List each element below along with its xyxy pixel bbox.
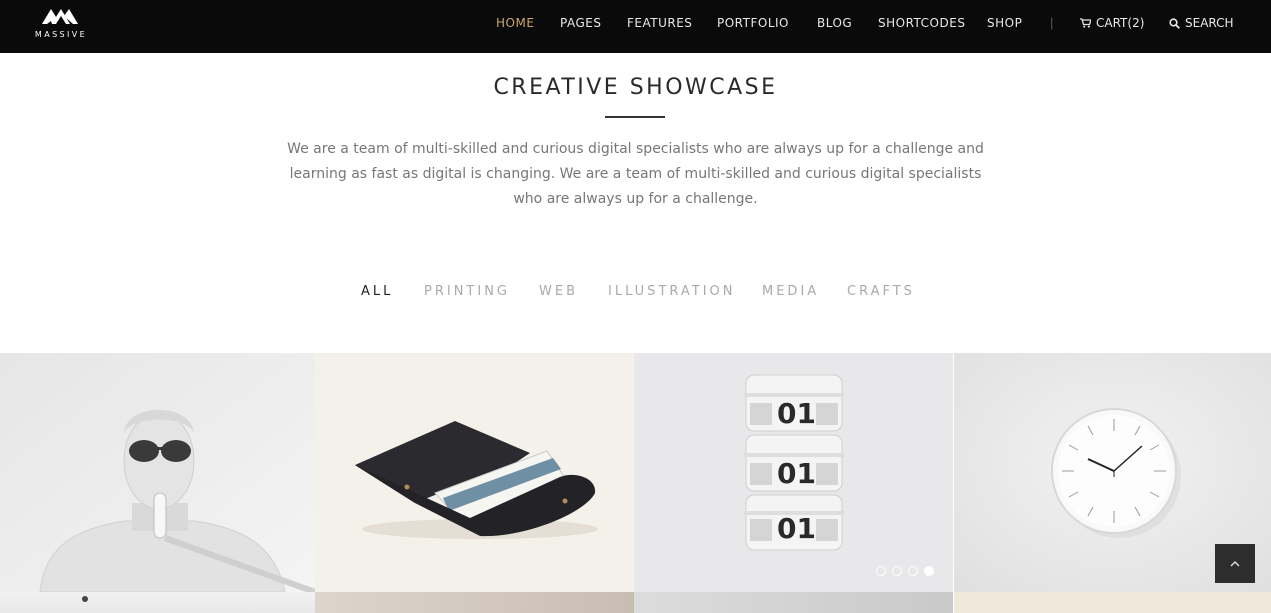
nav-home[interactable]: HOME [496, 16, 534, 30]
portfolio-item-portrait[interactable] [0, 353, 315, 592]
stack-label-2: 01 [777, 457, 816, 490]
cart-button[interactable]: CART(2) [1080, 16, 1144, 30]
portfolio-filters: ALL PRINTING WEB ILLUSTRATION MEDIA CRAF… [0, 284, 1271, 304]
portfolio-item-row2-3[interactable] [634, 592, 953, 613]
portfolio-item-row2-1[interactable] [0, 592, 315, 613]
search-button[interactable]: SEARCH [1169, 16, 1234, 30]
nav-portfolio[interactable]: PORTFOLIO [717, 16, 789, 30]
portfolio-item-pouch[interactable] [315, 353, 634, 592]
slider-dot[interactable] [892, 566, 902, 576]
nav-features[interactable]: FEATURES [627, 16, 692, 30]
section-title: CREATIVE SHOWCASE [493, 75, 778, 100]
top-navigation-bar: MASSIVE HOME PAGES FEATURES PORTFOLIO BL… [0, 0, 1271, 53]
section-intro: We are a team of multi-skilled and curio… [287, 141, 984, 207]
slider-dot[interactable] [876, 566, 886, 576]
filter-all[interactable]: ALL [361, 284, 393, 299]
cart-icon [1080, 18, 1091, 28]
nav-shortcodes[interactable]: SHORTCODES [878, 16, 965, 30]
nav-shop[interactable]: SHOP [987, 16, 1022, 30]
slider-dot[interactable] [908, 566, 918, 576]
cart-label: CART(2) [1096, 16, 1145, 30]
portfolio-item-row2-4[interactable] [954, 592, 1271, 613]
search-icon [1169, 17, 1180, 29]
chevron-up-icon [1230, 561, 1240, 567]
logo-mark-icon [42, 9, 78, 24]
back-to-top-button[interactable] [1215, 544, 1255, 583]
stack-label-1: 01 [777, 397, 816, 430]
nav-blog[interactable]: BLOG [817, 16, 852, 30]
slider-dot-active[interactable] [924, 566, 934, 576]
search-label: SEARCH [1185, 16, 1234, 30]
portfolio-item-containers[interactable]: 01 01 01 [634, 353, 953, 592]
title-divider [605, 116, 665, 118]
logo[interactable]: MASSIVE [34, 7, 88, 41]
stack-label-3: 01 [777, 512, 816, 545]
filter-printing[interactable]: PRINTING [424, 284, 510, 299]
nav-pages[interactable]: PAGES [560, 16, 601, 30]
filter-illustration[interactable]: ILLUSTRATION [608, 284, 736, 299]
portrait-image [0, 353, 315, 592]
filter-web[interactable]: WEB [539, 284, 578, 299]
logo-text: MASSIVE [34, 30, 88, 39]
portfolio-item-row2-2[interactable] [315, 592, 634, 613]
filter-media[interactable]: MEDIA [762, 284, 819, 299]
filter-crafts[interactable]: CRAFTS [847, 284, 915, 299]
slider-dots [876, 566, 934, 576]
pouch-image [315, 353, 634, 592]
nav-separator: | [1050, 15, 1054, 30]
